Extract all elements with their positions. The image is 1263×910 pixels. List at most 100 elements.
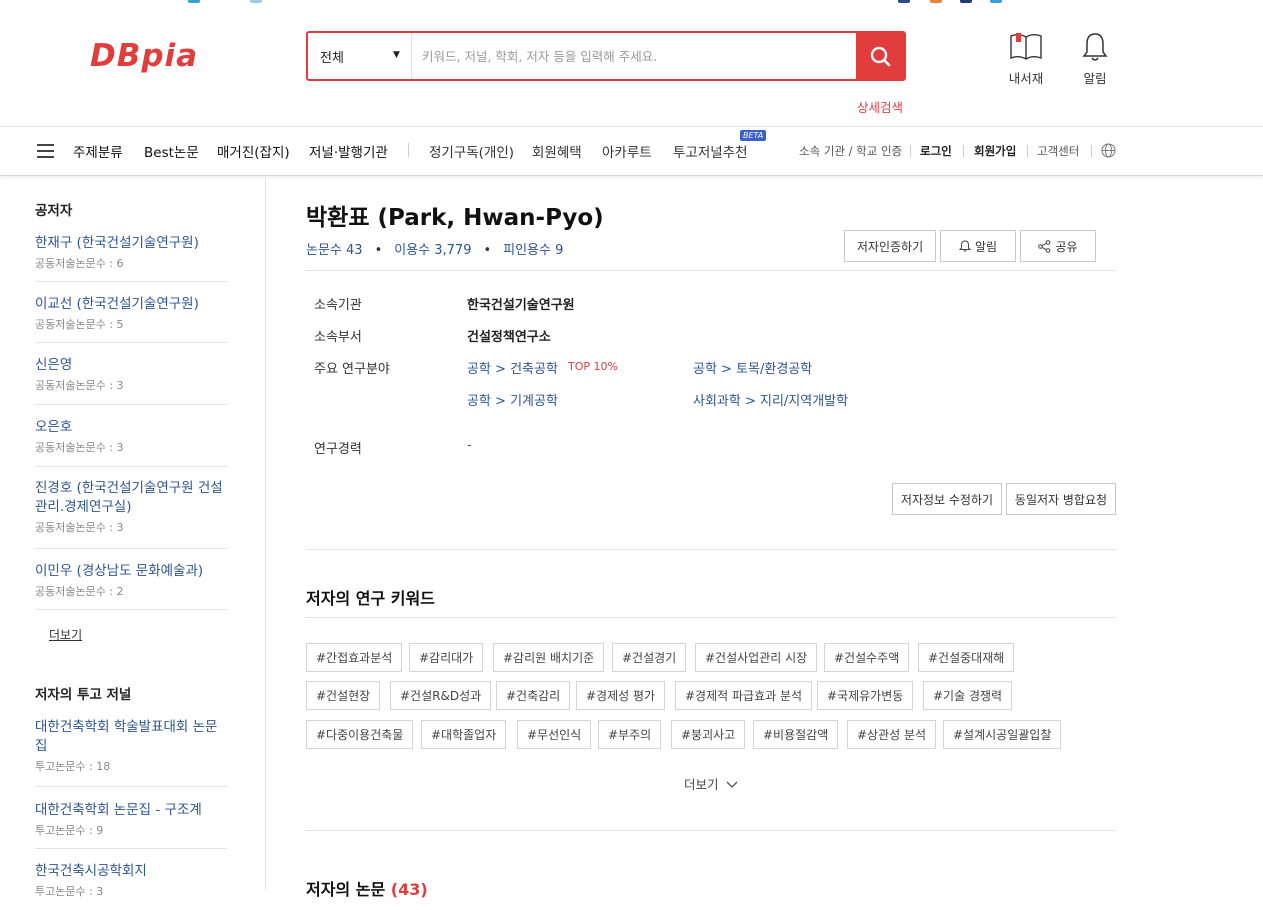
advanced-search-link[interactable]: 상세검색 [857,97,903,116]
field-link[interactable]: 공학 > 토목/환경공학 [693,358,812,377]
keywords-more-button[interactable]: 더보기 [684,774,738,793]
author-verify-button[interactable]: 저자인증하기 [844,230,936,262]
login-link[interactable]: 로그인 [920,143,952,159]
search-scope-select[interactable]: 전체 ▼ [308,33,412,79]
journal-name[interactable]: 대한건축학회 학술발표대회 논문집 [35,718,227,756]
keyword-tag[interactable]: #기술 경쟁력 [923,681,1013,710]
keyword-tag[interactable]: #국제유가변동 [817,681,914,710]
coauthor-item[interactable]: 진경호 (한국건설기술연구원 건설관리.경제연구실) 공동저술논문수 : 3 [35,479,227,549]
author-stats: 논문수 43 • 이용수 3,779 • 피인용수 9 [306,243,564,258]
keyword-tag[interactable]: #대학졸업자 [421,720,507,749]
keyword-tag[interactable]: #무선인식 [517,720,592,749]
coauthor-name[interactable]: 한재구 (한국건설기술연구원) [35,234,227,253]
coauthor-name[interactable]: 이교선 (한국건설기술연구원) [35,295,227,314]
dept-label: 소속부서 [314,330,362,345]
keyword-tag[interactable]: #건설수주액 [824,643,910,672]
coauthor-name[interactable]: 오은호 [35,418,227,437]
keyword-tag[interactable]: #건설현장 [306,681,381,710]
merge-author-button[interactable]: 동일저자 병합요청 [1006,483,1116,515]
keyword-tag[interactable]: #붕괴사고 [671,720,746,749]
keyword-tag[interactable]: #건설중대재해 [918,643,1015,672]
nav-divider [408,143,409,157]
org-label: 소속기관 [314,298,362,313]
keyword-tag[interactable]: #건설경기 [612,643,687,672]
career-label: 연구경력 [314,442,362,457]
divider [306,830,1116,831]
book-icon [1010,33,1042,60]
coauthor-count: 공동저술논문수 : 3 [35,521,124,534]
keyword-tag[interactable]: #간접효과분석 [306,643,403,672]
field-link[interactable]: 사회과학 > 지리/지역개발학 [693,390,848,409]
coauthor-name[interactable]: 신은영 [35,356,227,375]
beta-badge: BETA [740,130,767,141]
field-link[interactable]: 공학 > 건축공학 [467,358,558,377]
site-header: DBpia 전체▼ 상세검색 내서재 알림 [0,0,1263,127]
keyword-tag[interactable]: #건설사업관리 시장 [695,643,818,672]
main-nav: 주제분류 Best논문 매거진(잡지) 저널·발행기관 정기구독(개인) 회원혜… [0,127,1263,176]
signup-link[interactable]: 회원가입 [974,143,1016,159]
alerts-label: 알림 [1083,71,1107,86]
keywords-title: 저자의 연구 키워드 [306,589,435,608]
field-link[interactable]: 공학 > 기계공학 [467,390,558,409]
globe-icon[interactable] [1101,143,1116,158]
share-icon [1038,239,1051,253]
coauthor-name[interactable]: 이민우 (경상남도 문화예술과) [35,562,227,581]
keyword-tag[interactable]: #감리대가 [409,643,484,672]
coauthor-count: 공동저술논문수 : 6 [35,257,124,270]
institution-auth-link[interactable]: 소속 기관 / 학교 인증 [799,143,902,159]
coauthor-item[interactable]: 한재구 (한국건설기술연구원) 공동저술논문수 : 6 [35,234,227,282]
search-input[interactable] [420,45,850,67]
nav-subject[interactable]: 주제분류 [73,141,123,161]
dbpia-logo[interactable]: DBpia [90,38,198,74]
keyword-tag[interactable]: #건축감리 [496,681,571,710]
career-value: - [467,438,472,453]
journal-item[interactable]: 대한건축학회 학술발표대회 논문집 투고논문수 : 18 [35,718,227,787]
left-sidebar: 공저자 한재구 (한국건설기술연구원) 공동저술논문수 : 6 이교선 (한국건… [0,177,266,898]
author-share-button[interactable]: 공유 [1020,230,1096,262]
coauthor-name[interactable]: 진경호 (한국건설기술연구원 건설관리.경제연구실) [35,479,227,517]
top-badge: TOP 10% [568,360,618,373]
keyword-tag[interactable]: #건설R&D성과 [390,681,492,710]
keyword-tag[interactable]: #비용절감액 [753,720,839,749]
journal-item[interactable]: 대한건축학회 논문집 - 구조계 투고논문수 : 9 [35,801,227,849]
author-alert-button[interactable]: 알림 [940,230,1016,262]
coauthor-item[interactable]: 신은영 공동저술논문수 : 3 [35,356,227,405]
keyword-tag[interactable]: #부주의 [598,720,662,749]
dept-value: 건설정책연구소 [467,330,551,345]
nav-best-papers[interactable]: Best논문 [144,141,199,161]
nav-subscription[interactable]: 정기구독(개인) [429,141,514,161]
customer-center-link[interactable]: 고객센터 [1037,143,1079,159]
coauthor-item[interactable]: 오은호 공동저술논문수 : 3 [35,418,227,467]
keyword-tag[interactable]: #경제적 파급효과 분석 [675,681,813,710]
nav-journal-publisher[interactable]: 저널·발행기관 [309,141,388,161]
keyword-tag[interactable]: #감리원 배치기준 [493,643,605,672]
org-value: 한국건설기술연구원 [467,298,575,313]
keyword-tag[interactable]: #설계시공일괄입찰 [943,720,1062,749]
edit-author-button[interactable]: 저자정보 수정하기 [892,483,1002,515]
my-library-button[interactable]: 내서재 [1007,30,1045,87]
nav-journal-recommend[interactable]: 투고저널추천 [673,141,748,161]
journal-name[interactable]: 한국건축시공학회지 [35,862,227,881]
paper-count[interactable]: 논문수 43 [306,243,363,258]
menu-icon[interactable] [37,144,55,158]
journal-count: 투고논문수 : 3 [35,885,104,898]
coauthor-item[interactable]: 이교선 (한국건설기술연구원) 공동저술논문수 : 5 [35,295,227,343]
journal-item[interactable]: 한국건축시공학회지 투고논문수 : 3 [35,862,227,910]
alerts-button[interactable]: 알림 [1080,30,1110,87]
search-button[interactable] [856,32,905,80]
nav-magazine[interactable]: 매거진(잡지) [217,141,290,161]
util-divider [910,145,911,157]
util-divider [1091,145,1092,157]
keyword-tag[interactable]: #상관성 분석 [847,720,937,749]
nav-acaroute[interactable]: 아카루트 [602,141,652,161]
coauthor-count: 공동저술논문수 : 2 [35,585,124,598]
journal-name[interactable]: 대한건축학회 논문집 - 구조계 [35,801,227,820]
keyword-tag[interactable]: #경제성 평가 [576,681,666,710]
divider [306,549,1116,550]
nav-benefits[interactable]: 회원혜택 [532,141,582,161]
keyword-tag[interactable]: #다중이용건축물 [306,720,414,749]
coauthor-item[interactable]: 이민우 (경상남도 문화예술과) 공동저술논문수 : 2 [35,562,227,610]
coauthors-more-link[interactable]: 더보기 [49,626,82,643]
my-library-label: 내서재 [1008,71,1044,86]
papers-section-title: 저자의 논문 (43) [306,880,428,899]
